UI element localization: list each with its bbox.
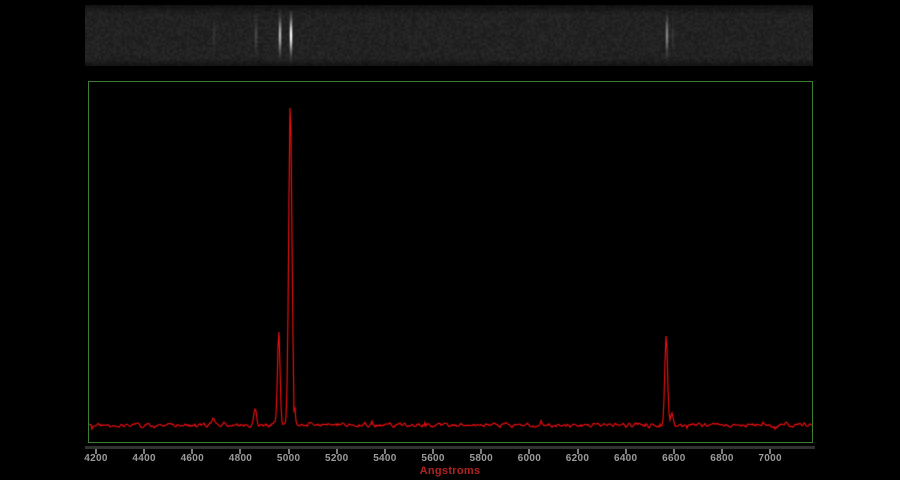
x-tick-label: 6800: [710, 453, 733, 464]
x-tick-label: 5600: [421, 453, 444, 464]
x-tick-label: 5200: [325, 453, 348, 464]
x-tick-label: 4800: [229, 453, 252, 464]
spectrum-viewer-window: 4200 4400 4600 4800 5000 5200 5400 5600 5800 6000…: [0, 0, 900, 480]
2d-spectrum-strip: [85, 5, 813, 66]
1d-spectrum-plot-frame: [88, 81, 813, 443]
x-tick-label: 4200: [84, 453, 107, 464]
x-tick-label: 5000: [277, 453, 300, 464]
x-tick-label: 5800: [469, 453, 492, 464]
x-tick-label: 5400: [373, 453, 396, 464]
x-axis-label: Angstroms: [420, 465, 481, 477]
x-tick-label: 6400: [614, 453, 637, 464]
x-tick-label: 6600: [662, 453, 685, 464]
x-tick-label: 6200: [566, 453, 589, 464]
x-tick-label: 7000: [758, 453, 781, 464]
x-tick-label: 6000: [518, 453, 541, 464]
1d-spectrum-canvas: [89, 82, 812, 442]
x-tick-label: 4400: [132, 453, 155, 464]
x-tick-label: 4600: [181, 453, 204, 464]
x-axis-line: [85, 446, 815, 449]
